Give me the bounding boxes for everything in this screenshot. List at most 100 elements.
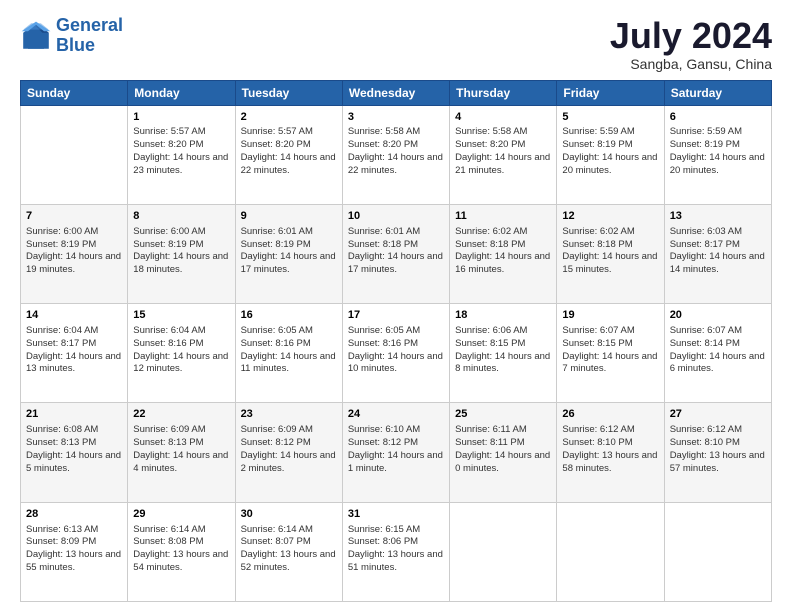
sunset-text: Sunset: 8:19 PM	[26, 239, 96, 250]
sunset-text: Sunset: 8:18 PM	[562, 239, 632, 250]
sunrise-text: Sunrise: 6:15 AM	[348, 524, 420, 535]
day-number: 9	[241, 209, 337, 224]
daylight-text: Daylight: 13 hours and 51 minutes.	[348, 549, 443, 573]
table-row: 12Sunrise: 6:02 AMSunset: 8:18 PMDayligh…	[557, 204, 664, 303]
month-title: July 2024	[610, 16, 772, 56]
day-number: 25	[455, 407, 551, 422]
table-row	[21, 105, 128, 204]
day-number: 31	[348, 507, 444, 522]
daylight-text: Daylight: 14 hours and 13 minutes.	[26, 351, 121, 375]
col-sunday: Sunday	[21, 80, 128, 105]
daylight-text: Daylight: 14 hours and 18 minutes.	[133, 251, 228, 275]
daylight-text: Daylight: 14 hours and 22 minutes.	[241, 152, 336, 176]
daylight-text: Daylight: 14 hours and 1 minute.	[348, 450, 443, 474]
sunset-text: Sunset: 8:18 PM	[455, 239, 525, 250]
day-number: 22	[133, 407, 229, 422]
table-row: 22Sunrise: 6:09 AMSunset: 8:13 PMDayligh…	[128, 403, 235, 502]
day-number: 6	[670, 110, 766, 125]
sunrise-text: Sunrise: 6:07 AM	[670, 325, 742, 336]
sunrise-text: Sunrise: 6:14 AM	[241, 524, 313, 535]
sunrise-text: Sunrise: 6:14 AM	[133, 524, 205, 535]
daylight-text: Daylight: 14 hours and 8 minutes.	[455, 351, 550, 375]
sunrise-text: Sunrise: 6:06 AM	[455, 325, 527, 336]
table-row: 18Sunrise: 6:06 AMSunset: 8:15 PMDayligh…	[450, 304, 557, 403]
day-number: 15	[133, 308, 229, 323]
sunset-text: Sunset: 8:10 PM	[562, 437, 632, 448]
sunset-text: Sunset: 8:07 PM	[241, 536, 311, 547]
daylight-text: Daylight: 14 hours and 19 minutes.	[26, 251, 121, 275]
day-number: 16	[241, 308, 337, 323]
day-number: 4	[455, 110, 551, 125]
table-row: 5Sunrise: 5:59 AMSunset: 8:19 PMDaylight…	[557, 105, 664, 204]
calendar-row: 1Sunrise: 5:57 AMSunset: 8:20 PMDaylight…	[21, 105, 772, 204]
daylight-text: Daylight: 14 hours and 15 minutes.	[562, 251, 657, 275]
page: General Blue July 2024 Sangba, Gansu, Ch…	[0, 0, 792, 612]
day-number: 14	[26, 308, 122, 323]
day-number: 24	[348, 407, 444, 422]
day-number: 12	[562, 209, 658, 224]
sunrise-text: Sunrise: 6:13 AM	[26, 524, 98, 535]
daylight-text: Daylight: 14 hours and 2 minutes.	[241, 450, 336, 474]
daylight-text: Daylight: 13 hours and 52 minutes.	[241, 549, 336, 573]
table-row: 9 Sunrise: 6:01 AM Sunset: 8:19 PMDaylight…	[235, 204, 342, 303]
table-row: 20Sunrise: 6:07 AMSunset: 8:14 PMDayligh…	[664, 304, 771, 403]
sunrise-text: Sunrise: 6:11 AM	[455, 424, 527, 435]
table-row: 23Sunrise: 6:09 AMSunset: 8:12 PMDayligh…	[235, 403, 342, 502]
day-number: 3	[348, 110, 444, 125]
sunrise-text: Sunrise: 6:03 AM	[670, 226, 742, 237]
table-row: 1Sunrise: 5:57 AMSunset: 8:20 PMDaylight…	[128, 105, 235, 204]
sunset-text: Sunset: 8:08 PM	[133, 536, 203, 547]
day-number: 21	[26, 407, 122, 422]
sunset-text: Sunset: 8:20 PM	[348, 139, 418, 150]
location: Sangba, Gansu, China	[610, 56, 772, 72]
day-number: 11	[455, 209, 551, 224]
col-wednesday: Wednesday	[342, 80, 449, 105]
day-number: 7	[26, 209, 122, 224]
header: General Blue July 2024 Sangba, Gansu, Ch…	[20, 16, 772, 72]
table-row: 31 Sunrise: 6:15 AMSunset: 8:06 PM Dayligh…	[342, 502, 449, 601]
sunrise-text: Sunrise: 5:58 AM	[455, 126, 527, 137]
daylight-text: Daylight: 14 hours and 20 minutes.	[670, 152, 765, 176]
sunrise-text: Sunrise: 6:05 AM	[241, 325, 313, 336]
sunrise-text: Sunrise: 6:00 AM	[133, 226, 205, 237]
day-number: 5	[562, 110, 658, 125]
table-row: 10Sunrise: 6:01 AMSunset: 8:18 PMDayligh…	[342, 204, 449, 303]
day-number: 26	[562, 407, 658, 422]
sunset-text: Sunset: 8:18 PM	[348, 239, 418, 250]
table-row: 7Sunrise: 6:00 AMSunset: 8:19 PMDaylight…	[21, 204, 128, 303]
table-row: 17Sunrise: 6:05 AMSunset: 8:16 PMDayligh…	[342, 304, 449, 403]
sunset-text: Sunset: 8:17 PM	[26, 338, 96, 349]
calendar-table: Sunday Monday Tuesday Wednesday Thursday…	[20, 80, 772, 602]
sunrise-text: Sunrise: 6:07 AM	[562, 325, 634, 336]
daylight-text: Daylight: 14 hours and 17 minutes.	[241, 251, 336, 275]
sunset-text: Sunset: 8:19 PM	[241, 239, 311, 250]
sunrise-text: Sunrise: 5:59 AM	[670, 126, 742, 137]
daylight-text: Daylight: 13 hours and 54 minutes.	[133, 549, 228, 573]
daylight-text: Daylight: 14 hours and 17 minutes.	[348, 251, 443, 275]
day-number: 1	[133, 110, 229, 125]
daylight-text: Daylight: 14 hours and 16 minutes.	[455, 251, 550, 275]
calendar-header-row: Sunday Monday Tuesday Wednesday Thursday…	[21, 80, 772, 105]
table-row: 21Sunrise: 6:08 AMSunset: 8:13 PMDayligh…	[21, 403, 128, 502]
daylight-text: Daylight: 14 hours and 22 minutes.	[348, 152, 443, 176]
daylight-text: Daylight: 14 hours and 5 minutes.	[26, 450, 121, 474]
day-number: 19	[562, 308, 658, 323]
daylight-text: Daylight: 14 hours and 6 minutes.	[670, 351, 765, 375]
sunset-text: Sunset: 8:16 PM	[241, 338, 311, 349]
sunset-text: Sunset: 8:06 PM	[348, 536, 418, 547]
daylight-text: Daylight: 14 hours and 4 minutes.	[133, 450, 228, 474]
daylight-text: Daylight: 14 hours and 0 minutes.	[455, 450, 550, 474]
day-number: 8	[133, 209, 229, 224]
sunset-text: Sunset: 8:12 PM	[241, 437, 311, 448]
daylight-text: Daylight: 13 hours and 58 minutes.	[562, 450, 657, 474]
sunrise-text: Sunrise: 6:12 AM	[670, 424, 742, 435]
sunrise-text: Sunrise: 6:01 AM	[241, 226, 313, 237]
day-number: 10	[348, 209, 444, 224]
sunset-text: Sunset: 8:15 PM	[455, 338, 525, 349]
table-row	[664, 502, 771, 601]
sunset-text: Sunset: 8:09 PM	[26, 536, 96, 547]
daylight-text: Daylight: 14 hours and 10 minutes.	[348, 351, 443, 375]
daylight-text: Daylight: 14 hours and 23 minutes.	[133, 152, 228, 176]
daylight-text: Daylight: 13 hours and 57 minutes.	[670, 450, 765, 474]
day-number: 20	[670, 308, 766, 323]
